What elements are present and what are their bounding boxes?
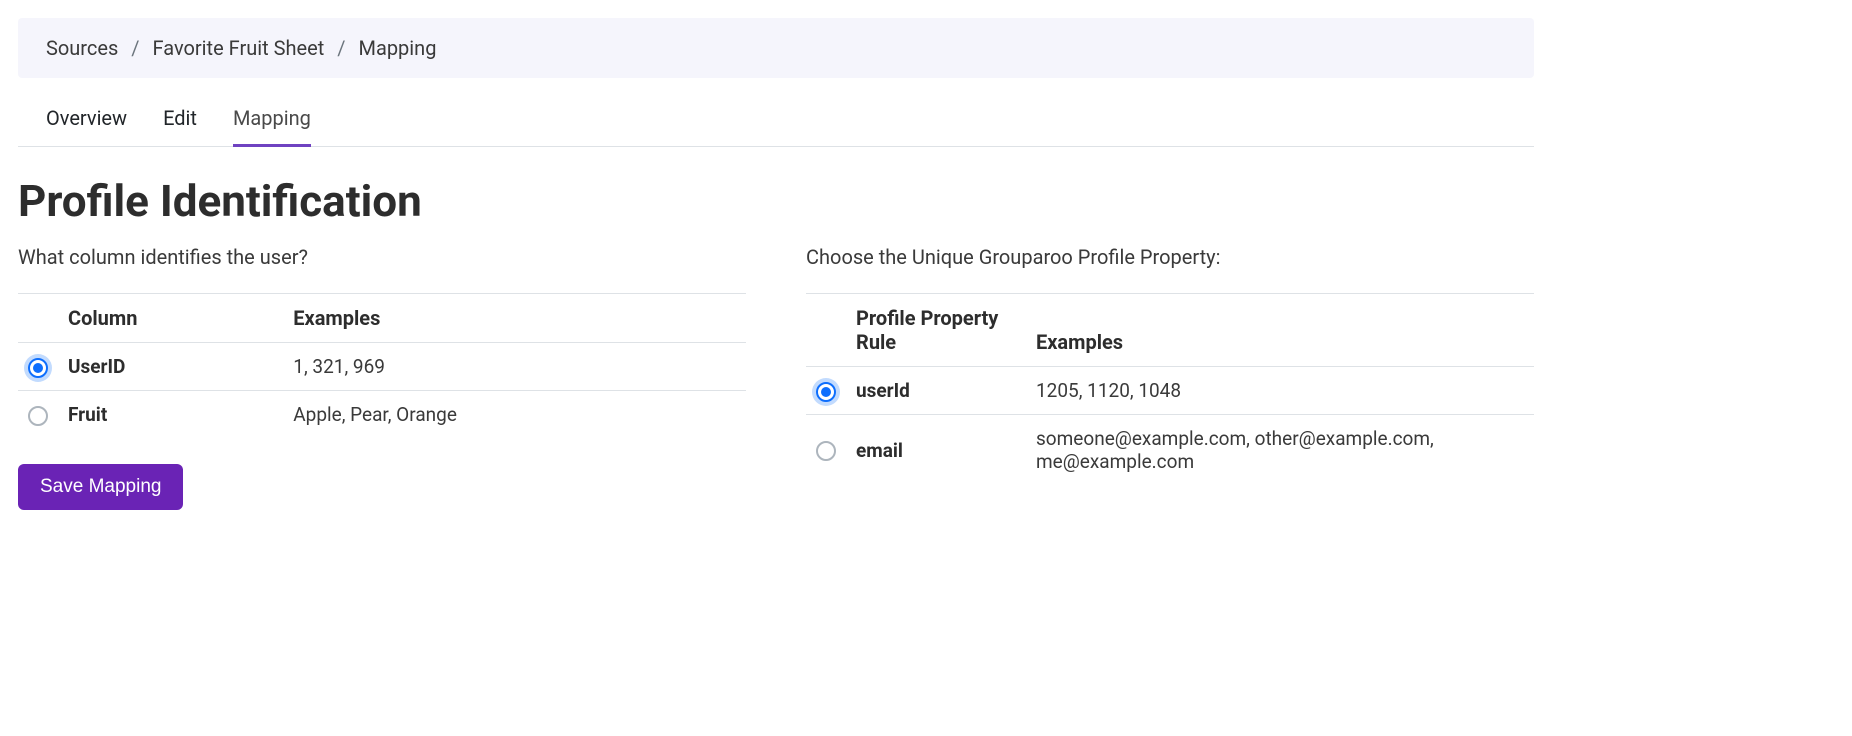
property-examples: someone@example.com, other@example.com, … xyxy=(1026,415,1534,486)
radio-email-property[interactable] xyxy=(816,441,836,461)
breadcrumb-separator: / xyxy=(337,36,345,60)
profile-property-table: Profile Property Rule Examples userId 12… xyxy=(806,293,1534,485)
column-examples: Apple, Pear, Orange xyxy=(283,391,746,439)
question-right: Choose the Unique Grouparoo Profile Prop… xyxy=(806,245,1534,269)
radio-userid-property[interactable] xyxy=(816,382,836,402)
table-row: UserID 1, 321, 969 xyxy=(18,343,746,391)
column-name: Fruit xyxy=(58,391,283,439)
tabs: Overview Edit Mapping xyxy=(18,96,1534,147)
property-examples: 1205, 1120, 1048 xyxy=(1026,367,1534,415)
breadcrumb-separator: / xyxy=(131,36,139,60)
radio-userid[interactable] xyxy=(28,358,48,378)
breadcrumb-link-source-name[interactable]: Favorite Fruit Sheet xyxy=(153,36,325,60)
breadcrumb-current: Mapping xyxy=(358,36,436,60)
content: Profile Identification What column ident… xyxy=(0,147,1552,528)
source-columns-table: Column Examples UserID 1, 321, 969 Fruit… xyxy=(18,293,746,438)
property-name: email xyxy=(846,415,1026,486)
radio-fruit[interactable] xyxy=(28,406,48,426)
tab-mapping[interactable]: Mapping xyxy=(233,96,311,147)
two-column-layout: What column identifies the user? Column … xyxy=(18,245,1534,510)
table-header-property-rule: Profile Property Rule xyxy=(846,294,1026,367)
column-name: UserID xyxy=(58,343,283,391)
table-row: email someone@example.com, other@example… xyxy=(806,415,1534,486)
page-title: Profile Identification xyxy=(18,175,1534,227)
table-header-column: Column xyxy=(58,294,283,343)
tab-overview[interactable]: Overview xyxy=(46,96,127,147)
column-examples: 1, 321, 969 xyxy=(283,343,746,391)
column-source-mapping: What column identifies the user? Column … xyxy=(18,245,746,510)
column-profile-property: Choose the Unique Grouparoo Profile Prop… xyxy=(806,245,1534,510)
tab-edit[interactable]: Edit xyxy=(163,96,197,147)
table-row: Fruit Apple, Pear, Orange xyxy=(18,391,746,439)
table-row: userId 1205, 1120, 1048 xyxy=(806,367,1534,415)
question-left: What column identifies the user? xyxy=(18,245,746,269)
table-header-radio xyxy=(18,294,58,343)
breadcrumb: Sources / Favorite Fruit Sheet / Mapping xyxy=(18,18,1534,78)
save-mapping-button[interactable]: Save Mapping xyxy=(18,464,183,510)
property-name: userId xyxy=(846,367,1026,415)
table-header-examples: Examples xyxy=(1026,294,1534,367)
table-header-radio xyxy=(806,294,846,367)
table-header-examples: Examples xyxy=(283,294,746,343)
breadcrumb-link-sources[interactable]: Sources xyxy=(46,36,118,60)
